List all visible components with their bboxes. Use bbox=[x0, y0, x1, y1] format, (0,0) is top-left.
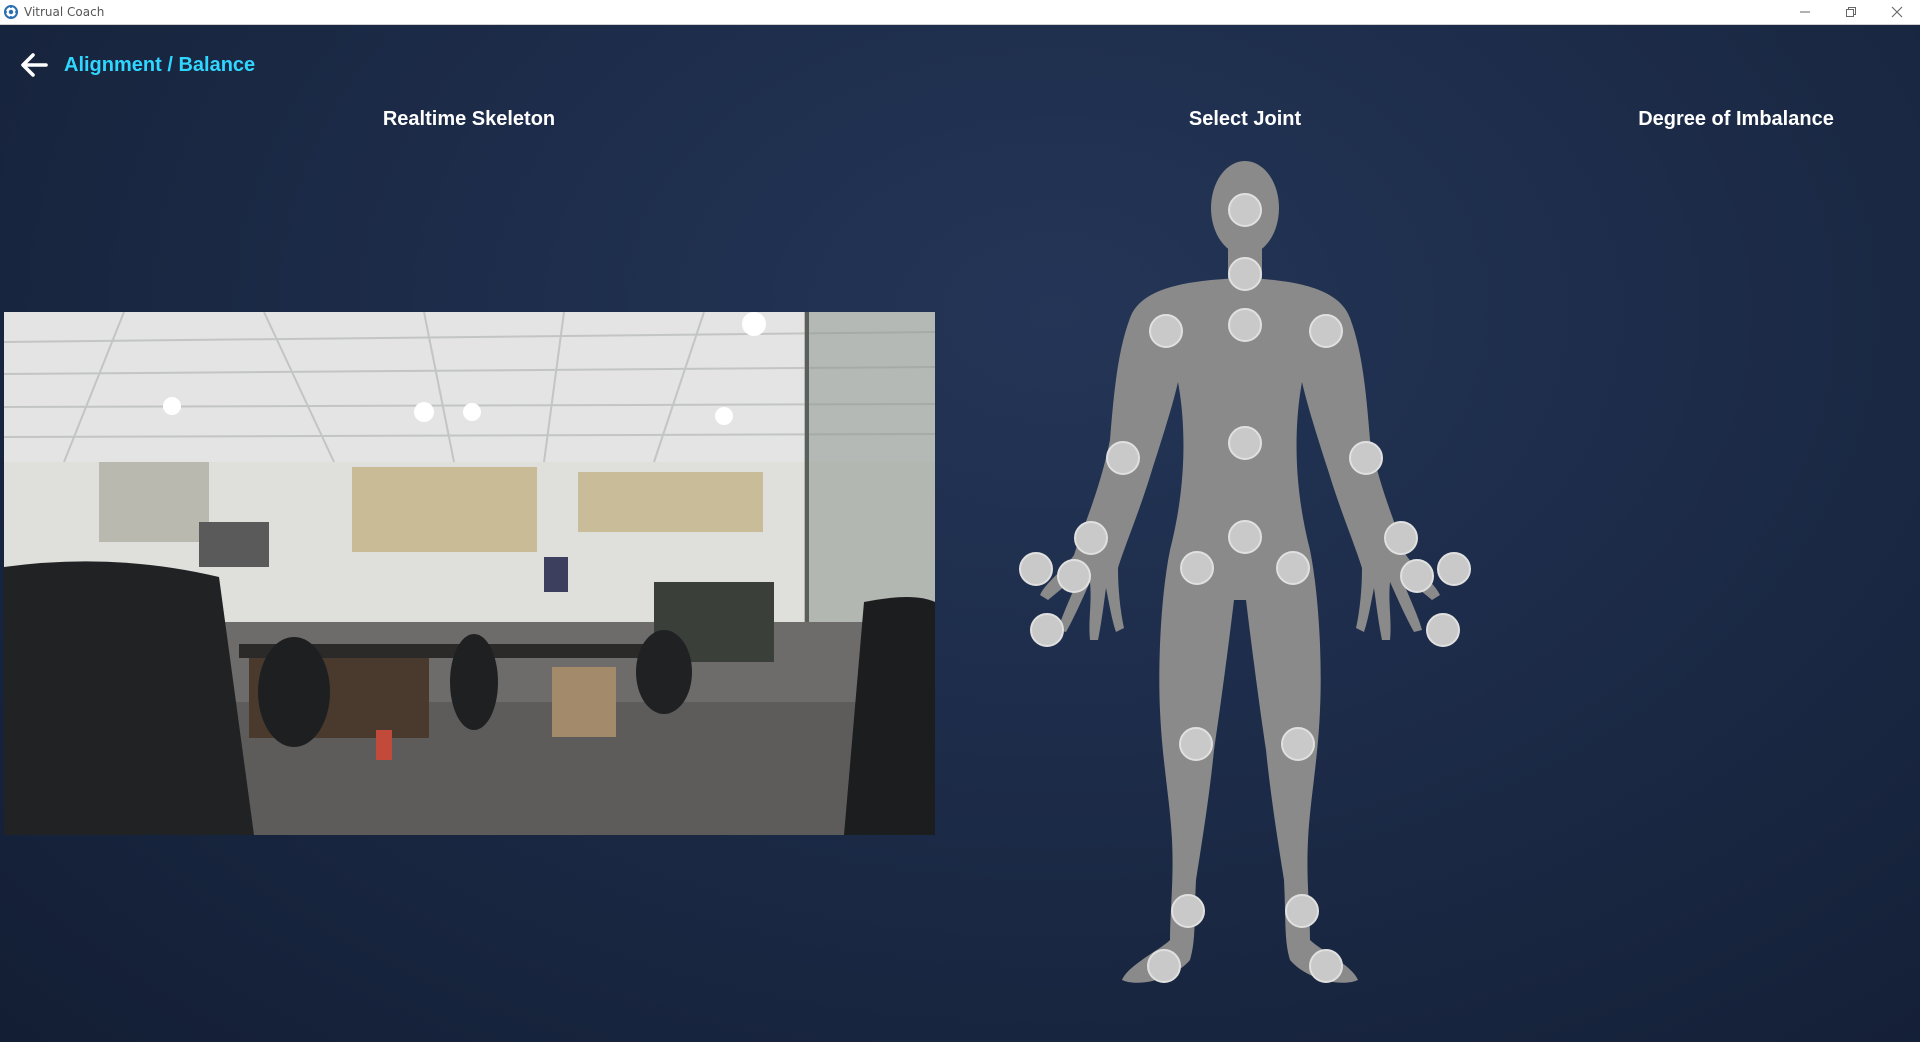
joint-hand-right[interactable] bbox=[1057, 559, 1091, 593]
joint-spine-base[interactable] bbox=[1228, 520, 1262, 554]
minimize-button[interactable] bbox=[1782, 0, 1828, 24]
joint-shoulder-right[interactable] bbox=[1149, 314, 1183, 348]
degree-of-imbalance-title: Degree of Imbalance bbox=[1638, 108, 1834, 130]
select-joint-title: Select Joint bbox=[1188, 108, 1302, 130]
joint-thumb-right[interactable] bbox=[1019, 552, 1053, 586]
joint-handtip-left[interactable] bbox=[1426, 613, 1460, 647]
minimize-icon bbox=[1800, 11, 1810, 13]
window-titlebar: Vitrual Coach bbox=[0, 0, 1920, 25]
arrow-left-icon[interactable] bbox=[20, 52, 48, 78]
close-icon bbox=[1891, 6, 1903, 18]
realtime-camera-feed bbox=[4, 312, 935, 835]
joint-head[interactable] bbox=[1228, 193, 1262, 227]
joint-hand-left[interactable] bbox=[1400, 559, 1434, 593]
joint-ankle-left[interactable] bbox=[1285, 894, 1319, 928]
joint-neck[interactable] bbox=[1228, 257, 1262, 291]
joint-spine-shoulder[interactable] bbox=[1228, 308, 1262, 342]
joint-wrist-left[interactable] bbox=[1384, 521, 1418, 555]
joint-ankle-right[interactable] bbox=[1171, 894, 1205, 928]
joint-elbow-left[interactable] bbox=[1349, 441, 1383, 475]
joint-hip-right[interactable] bbox=[1180, 551, 1214, 585]
joint-thumb-left[interactable] bbox=[1437, 552, 1471, 586]
page-breadcrumb: Alignment / Balance bbox=[64, 54, 256, 76]
joint-elbow-right[interactable] bbox=[1106, 441, 1140, 475]
joint-foot-right[interactable] bbox=[1147, 949, 1181, 983]
joint-wrist-right[interactable] bbox=[1074, 521, 1108, 555]
joint-hip-left[interactable] bbox=[1276, 551, 1310, 585]
close-button[interactable] bbox=[1874, 0, 1920, 24]
body-joint-map bbox=[1019, 161, 1471, 983]
app-logo-icon bbox=[4, 5, 18, 19]
restore-icon bbox=[1846, 7, 1856, 17]
window-title: Vitrual Coach bbox=[24, 5, 105, 19]
realtime-skeleton-title: Realtime Skeleton bbox=[382, 108, 556, 130]
joint-spine-mid[interactable] bbox=[1228, 426, 1262, 460]
joint-knee-left[interactable] bbox=[1281, 727, 1315, 761]
joint-knee-right[interactable] bbox=[1179, 727, 1213, 761]
degree-of-imbalance-panel bbox=[1540, 150, 1920, 1000]
joint-foot-left[interactable] bbox=[1309, 949, 1343, 983]
restore-button[interactable] bbox=[1828, 0, 1874, 24]
joint-handtip-right[interactable] bbox=[1030, 613, 1064, 647]
joint-shoulder-left[interactable] bbox=[1309, 314, 1343, 348]
